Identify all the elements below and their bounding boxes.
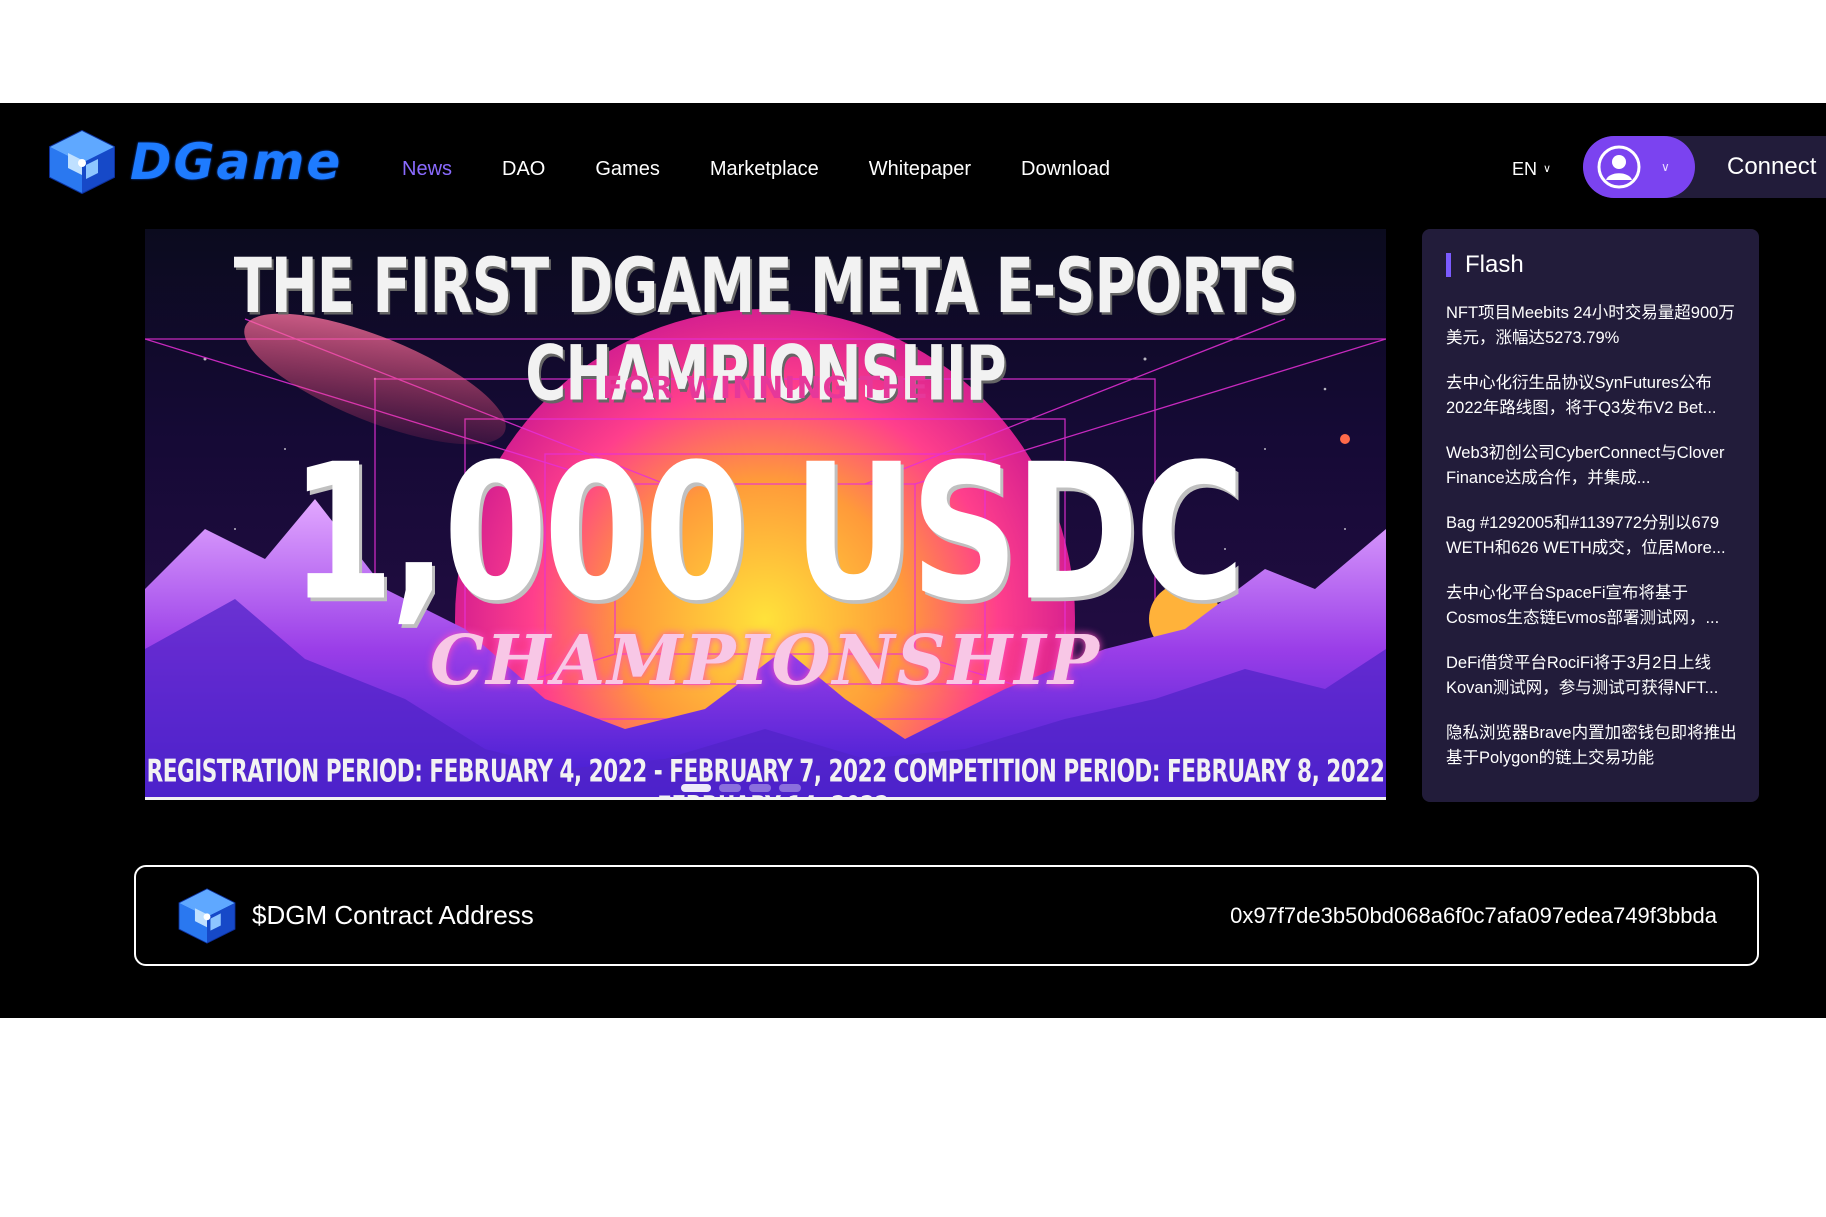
flash-header: Flash bbox=[1446, 251, 1737, 279]
hero-banner[interactable]: THE FIRST DGAME META E-SPORTS CHAMPIONSH… bbox=[145, 229, 1386, 800]
main-nav: News DAO Games Marketplace Whitepaper Do… bbox=[402, 158, 1160, 181]
flash-news-item[interactable]: Bag #1292005和#1139772分别以679 WETH和626 WET… bbox=[1446, 511, 1737, 561]
chevron-down-icon: ∨ bbox=[1661, 160, 1670, 174]
banner-dates: REGISTRATION PERIOD: FEBRUARY 4, 2022 - … bbox=[146, 753, 1385, 800]
nav-dao[interactable]: DAO bbox=[502, 158, 545, 181]
user-circle-icon bbox=[1597, 145, 1641, 189]
contract-address[interactable]: 0x97f7de3b50bd068a6f0c7afa097edea749f3bb… bbox=[1230, 903, 1717, 929]
carousel-dot[interactable] bbox=[749, 784, 771, 792]
contract-address-bar: $DGM Contract Address 0x97f7de3b50bd068a… bbox=[134, 865, 1759, 966]
carousel-dot[interactable] bbox=[681, 784, 711, 792]
carousel-dot[interactable] bbox=[719, 784, 741, 792]
account-menu-button[interactable]: ∨ bbox=[1583, 136, 1695, 198]
flash-accent-bar bbox=[1446, 253, 1451, 277]
banner-subtitle: FOR WINNING THE bbox=[602, 371, 929, 406]
language-label: EN bbox=[1512, 159, 1538, 179]
nav-news[interactable]: News bbox=[402, 158, 452, 181]
language-selector[interactable]: EN ∨ bbox=[1512, 159, 1551, 180]
flash-news-item[interactable]: Web3初创公司CyberConnect与Clover Finance达成合作，… bbox=[1446, 441, 1737, 491]
flash-news-item[interactable]: 去中心化平台SpaceFi宣布将基于Cosmos生态链Evmos部署测试网，..… bbox=[1446, 581, 1737, 631]
flash-title: Flash bbox=[1465, 251, 1524, 278]
chevron-down-icon: ∨ bbox=[1543, 163, 1552, 175]
flash-news-item[interactable]: 隐私浏览器Brave内置加密钱包即将推出基于Polygon的链上交易功能 bbox=[1446, 721, 1737, 771]
banner-prize-amount: 1,000 USDC bbox=[289, 425, 1245, 643]
dgame-cube-icon bbox=[49, 129, 115, 195]
carousel-pagination bbox=[681, 784, 809, 792]
banner-divider bbox=[145, 797, 1386, 800]
banner-tagline: CHAMPIONSHIP bbox=[429, 621, 1102, 701]
nav-marketplace[interactable]: Marketplace bbox=[710, 158, 819, 181]
brand-wordmark: DGame bbox=[130, 133, 343, 191]
carousel-dot[interactable] bbox=[779, 784, 801, 792]
connect-button[interactable]: Connect bbox=[1727, 153, 1816, 181]
nav-whitepaper[interactable]: Whitepaper bbox=[869, 158, 971, 181]
brand-logo[interactable]: DGame bbox=[46, 129, 342, 195]
flash-news-item[interactable]: NFT项目Meebits 24小时交易量超900万美元，涨幅达5273.79% bbox=[1446, 301, 1737, 351]
nav-games[interactable]: Games bbox=[595, 158, 659, 181]
flash-news-panel: Flash NFT项目Meebits 24小时交易量超900万美元，涨幅达527… bbox=[1422, 229, 1759, 802]
contract-label: $DGM Contract Address bbox=[252, 900, 534, 930]
flash-news-item[interactable]: 去中心化衍生品协议SynFutures公布2022年路线图，将于Q3发布V2 B… bbox=[1446, 371, 1737, 421]
dgame-cube-icon bbox=[178, 887, 236, 944]
nav-download[interactable]: Download bbox=[1021, 158, 1110, 181]
flash-news-item[interactable]: DeFi借贷平台RociFi将于3月2日上线Kovan测试网，参与测试可获得NF… bbox=[1446, 651, 1737, 701]
wallet-connect-group: ∨ Connect bbox=[1583, 136, 1826, 198]
page: DGame News DAO Games Marketplace Whitepa… bbox=[0, 103, 1826, 1018]
